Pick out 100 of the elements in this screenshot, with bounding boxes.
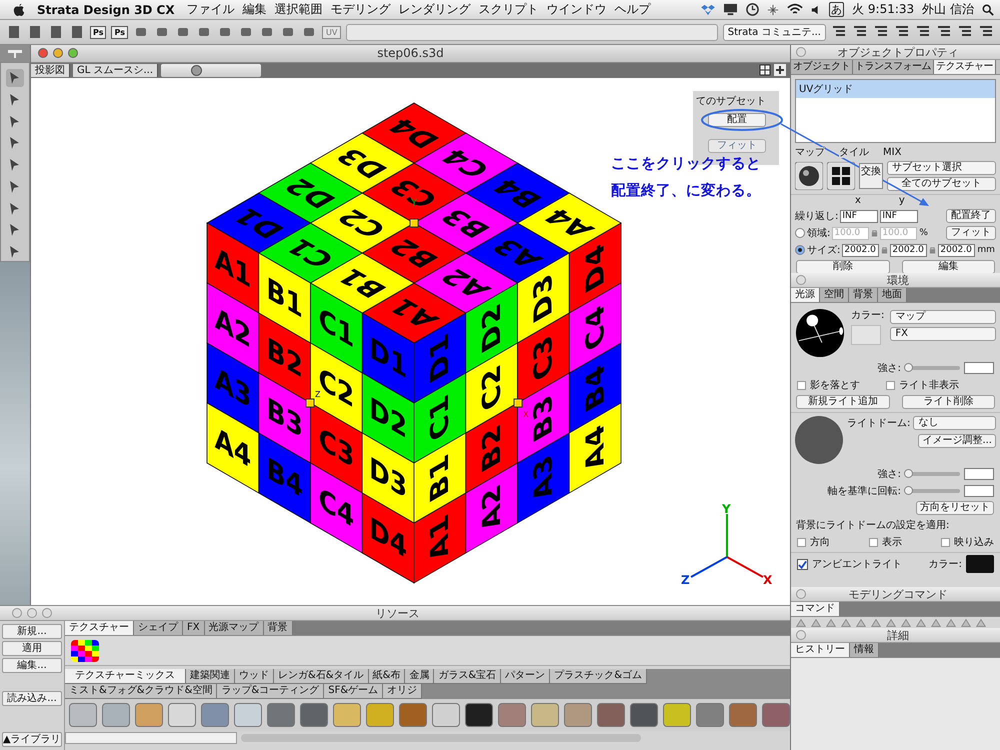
rotation-slider[interactable] bbox=[904, 486, 913, 495]
minimize-button[interactable] bbox=[53, 48, 63, 58]
material-swatch[interactable] bbox=[168, 703, 196, 727]
edit-button[interactable]: 編集 bbox=[902, 260, 995, 274]
photoshop-button[interactable]: Ps bbox=[111, 26, 128, 38]
resource-tab[interactable]: 光源マップ bbox=[204, 621, 264, 635]
pointer-icon[interactable] bbox=[6, 69, 24, 87]
new-button[interactable]: 新規... bbox=[2, 624, 62, 639]
fit-button[interactable]: フィット bbox=[946, 226, 996, 240]
dome-strength-field[interactable] bbox=[964, 468, 994, 480]
environment-tab[interactable]: 背景 bbox=[849, 288, 878, 302]
material-swatch[interactable] bbox=[498, 703, 526, 727]
uv-button[interactable]: UV bbox=[322, 26, 342, 38]
apple-icon[interactable] bbox=[12, 2, 25, 17]
zoom-button[interactable] bbox=[68, 48, 78, 58]
delete-button[interactable]: 削除 bbox=[796, 260, 890, 274]
size-field[interactable]: 2002.0 bbox=[938, 244, 976, 256]
material-swatch[interactable] bbox=[762, 703, 790, 727]
zoom-slider[interactable] bbox=[191, 64, 202, 76]
add-light-button[interactable]: 新規ライト追加 bbox=[796, 395, 890, 409]
delete-light-button[interactable]: ライト削除 bbox=[902, 395, 995, 409]
repeat-y-field[interactable]: INF bbox=[880, 210, 918, 222]
material-swatch[interactable] bbox=[663, 703, 691, 727]
apply-button[interactable]: 適用 bbox=[2, 641, 62, 656]
category-tab[interactable]: 金属 bbox=[405, 669, 434, 684]
monitor-icon[interactable] bbox=[723, 3, 738, 16]
material-swatch[interactable] bbox=[531, 703, 559, 727]
category-tab[interactable]: ウッド bbox=[235, 669, 274, 684]
category-tab[interactable]: ミスト&フォグ&クラウド&空間 bbox=[65, 684, 218, 699]
size-field[interactable]: 2002.0 bbox=[842, 244, 880, 256]
apply-checkbox[interactable] bbox=[869, 538, 878, 546]
place-button[interactable]: 配置 bbox=[708, 112, 766, 127]
menu-item[interactable]: ファイル bbox=[186, 1, 235, 18]
selection-handle[interactable] bbox=[306, 398, 314, 408]
menu-item[interactable]: ウインドウ bbox=[546, 1, 607, 18]
edit-button[interactable]: 編集... bbox=[2, 658, 62, 673]
close-button[interactable] bbox=[796, 275, 806, 285]
material-swatch[interactable] bbox=[399, 703, 427, 727]
material-swatch[interactable] bbox=[597, 703, 625, 727]
user-name[interactable]: 外山 信治 bbox=[922, 1, 974, 18]
material-swatch[interactable] bbox=[69, 703, 97, 727]
close-button[interactable] bbox=[796, 589, 806, 599]
selection-handle[interactable] bbox=[514, 398, 522, 408]
details-tab[interactable]: 情報 bbox=[850, 643, 879, 657]
map-dropdown[interactable]: マップ bbox=[890, 310, 996, 324]
category-tab[interactable]: レンガ&石&タイル bbox=[274, 669, 369, 684]
environment-tab[interactable]: 空間 bbox=[820, 288, 849, 302]
reset-direction-button[interactable]: 方向をリセット bbox=[916, 501, 994, 515]
fx-dropdown[interactable]: FX bbox=[890, 327, 996, 341]
community-dropdown[interactable]: Strata コミュニテ... bbox=[722, 24, 826, 40]
category-tab[interactable]: パターン bbox=[501, 669, 550, 684]
tiles-icon[interactable] bbox=[827, 162, 855, 190]
subset-dropdown[interactable]: サブセット選択 bbox=[887, 161, 996, 175]
strength-slider[interactable] bbox=[904, 363, 913, 372]
category-tab[interactable]: テクスチャーミックス bbox=[65, 669, 186, 684]
selection-handle[interactable] bbox=[410, 218, 418, 228]
properties-tab[interactable]: オブジェクト bbox=[791, 60, 853, 74]
environment-tab[interactable]: 地面 bbox=[878, 288, 907, 302]
resource-tab[interactable]: テクスチャー bbox=[65, 621, 134, 635]
properties-tab[interactable]: トランスフォーム bbox=[853, 60, 934, 74]
swap-button[interactable]: 交換 bbox=[859, 163, 883, 189]
minimize-button[interactable] bbox=[27, 608, 37, 618]
hide-light-checkbox[interactable] bbox=[886, 380, 895, 390]
material-swatch[interactable] bbox=[300, 703, 328, 727]
category-tab[interactable]: オリジ bbox=[383, 684, 422, 699]
fit-button[interactable]: フィット bbox=[708, 138, 766, 153]
ambient-color-swatch[interactable] bbox=[966, 555, 994, 573]
clock-icon[interactable] bbox=[746, 3, 760, 16]
mode-radio[interactable] bbox=[795, 228, 805, 238]
apply-checkbox[interactable] bbox=[941, 538, 950, 546]
close-button[interactable] bbox=[796, 47, 806, 57]
library-dropdown[interactable] bbox=[65, 732, 237, 744]
wifi-icon[interactable] bbox=[787, 3, 804, 16]
ambient-checkbox[interactable] bbox=[797, 558, 808, 570]
material-swatch[interactable] bbox=[432, 703, 460, 727]
all-subsets-button[interactable]: 全てのサブセット bbox=[887, 177, 996, 191]
light-color-swatch[interactable] bbox=[851, 325, 881, 345]
material-swatch[interactable] bbox=[729, 703, 757, 727]
category-tab[interactable]: SF&ゲーム bbox=[324, 684, 384, 699]
dome-strength-slider[interactable] bbox=[904, 469, 913, 478]
environment-tab[interactable]: 光源 bbox=[791, 288, 820, 302]
mode-radio[interactable] bbox=[795, 245, 805, 255]
command-tab[interactable]: コマンド bbox=[791, 602, 840, 616]
material-swatch[interactable] bbox=[102, 703, 130, 727]
resource-tab[interactable]: 背景 bbox=[264, 621, 293, 635]
close-button[interactable] bbox=[38, 48, 48, 58]
close-button[interactable] bbox=[12, 608, 22, 618]
material-swatch[interactable] bbox=[564, 703, 592, 727]
material-swatch[interactable] bbox=[234, 703, 262, 727]
size-field[interactable]: 2002.0 bbox=[890, 244, 928, 256]
category-tab[interactable]: 紙&布 bbox=[368, 669, 406, 684]
lock-icon[interactable] bbox=[881, 246, 888, 254]
load-button[interactable]: 読み込み... bbox=[2, 691, 62, 706]
menu-item[interactable]: レンダリング bbox=[398, 1, 471, 18]
image-adjust-button[interactable]: イメージ調整... bbox=[918, 434, 996, 448]
category-tab[interactable]: 建築関連 bbox=[186, 669, 235, 684]
resource-tab[interactable]: FX bbox=[183, 621, 205, 635]
texture-list-item[interactable]: UVグリッド bbox=[796, 80, 995, 98]
plus-icon[interactable] bbox=[774, 64, 786, 76]
menu-item[interactable]: 選択範囲 bbox=[274, 1, 323, 18]
